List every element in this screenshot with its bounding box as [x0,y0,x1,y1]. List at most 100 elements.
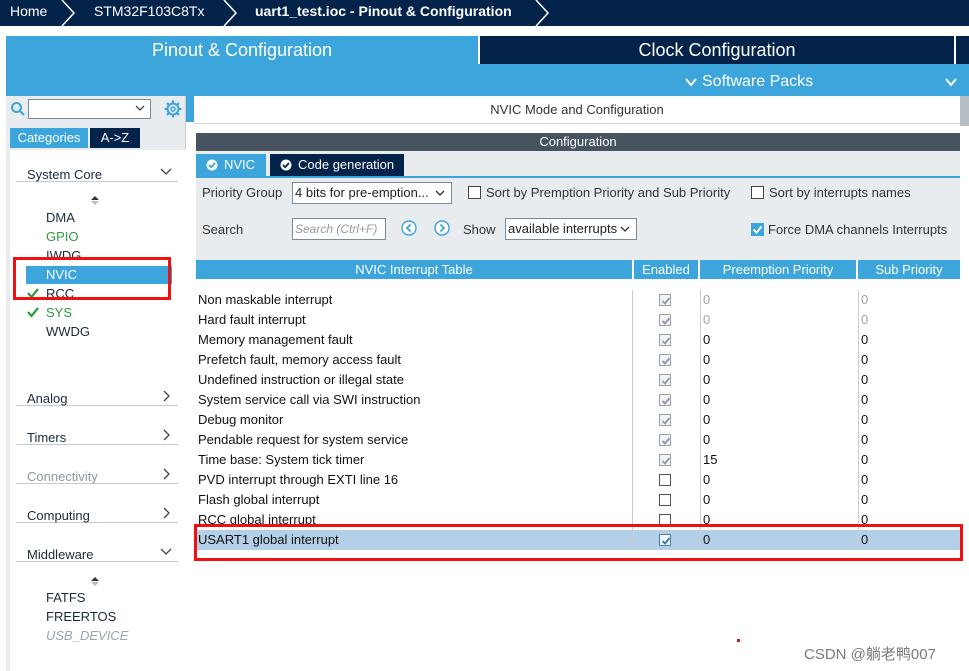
chevron-right-icon [163,390,170,402]
interrupt-name-cell: Pendable request for system service [198,432,409,447]
table-row[interactable]: PVD interrupt through EXTI line 16 0 0 [196,470,960,490]
scroll-up-icon[interactable] [90,576,100,586]
breadcrumb-home[interactable]: Home [10,0,47,26]
sub-priority-cell[interactable]: 0 [858,410,958,430]
gear-icon[interactable] [164,100,182,118]
search-icon[interactable] [10,101,26,117]
interrupt-name-cell: Debug monitor [198,412,284,427]
interrupt-name-cell: Flash global interrupt [198,492,320,507]
sort-preemption-checkbox[interactable] [468,186,481,199]
table-row[interactable]: System service call via SWI instruction 0… [196,390,960,410]
system-core-item-wwdg[interactable]: WWDG [46,323,90,341]
middleware-item-freertos[interactable]: FREERTOS [46,608,116,626]
software-packs-menu[interactable]: Software Packs [684,71,813,93]
breadcrumb-project[interactable]: uart1_test.ioc - Pinout & Configuration [255,0,512,26]
sub-priority-cell[interactable]: 0 [858,390,958,410]
tab-overflow[interactable] [956,36,969,64]
sub-priority-cell[interactable]: 0 [858,470,958,490]
tab-nvic[interactable]: NVIC [196,154,266,176]
tab-pinout-configuration[interactable]: Pinout & Configuration [6,36,478,64]
pinout-menu[interactable] [944,71,958,93]
chevron-down-icon [945,78,957,87]
table-row[interactable]: Hard fault interrupt 0 0 [196,310,960,330]
system-core-item-sys[interactable]: SYS [46,304,72,322]
interrupt-search-input[interactable]: Search (Ctrl+F) [292,218,386,240]
nvic-interrupt-table: NVIC Interrupt Table Enabled Preemption … [196,260,960,671]
category-search-input[interactable] [28,99,151,119]
interrupt-name-cell: Non maskable interrupt [198,292,333,307]
chevron-right-icon [223,0,238,26]
enabled-checkbox [659,454,671,466]
preemption-priority-cell[interactable]: 0 [700,430,858,450]
table-row[interactable]: Flash global interrupt 0 0 [196,490,960,510]
breadcrumb-device[interactable]: STM32F103C8Tx [94,0,204,26]
check-icon [661,457,671,465]
preemption-priority-cell[interactable]: 0 [700,350,858,370]
system-core-item-gpio[interactable]: GPIO [46,228,79,246]
force-dma-checkbox[interactable] [751,223,764,236]
priority-group-select[interactable]: 4 bits for pre-emption... [292,182,452,204]
preemption-priority-cell[interactable]: 15 [700,450,858,470]
show-filter-select[interactable]: available interrupts [505,218,637,240]
chevron-down-icon [620,226,630,232]
preemption-priority-cell: 0 [700,290,858,310]
check-icon [661,317,671,325]
enabled-checkbox [659,414,671,426]
preemption-priority-cell[interactable]: 0 [700,410,858,430]
sub-priority-cell[interactable]: 0 [858,330,958,350]
category-analog[interactable]: Analog [16,380,178,406]
enabled-checkbox[interactable] [659,474,671,486]
preemption-priority-cell[interactable]: 0 [700,470,858,490]
category-list: System Core DMA GPIO IWDG NVIC RCC SYS W… [10,150,186,671]
enabled-checkbox [659,314,671,326]
table-row[interactable]: Prefetch fault, memory access fault 0 0 [196,350,960,370]
tab-a-to-z[interactable]: A->Z [90,128,140,148]
category-timers[interactable]: Timers [16,419,178,445]
sub-priority-cell[interactable]: 0 [858,430,958,450]
column-header-enabled[interactable]: Enabled [634,260,700,279]
tab-categories[interactable]: Categories [10,128,88,148]
check-icon [661,437,671,445]
search-previous-icon[interactable] [401,220,417,236]
preemption-priority-cell[interactable]: 0 [700,390,858,410]
interrupt-name-cell: Undefined instruction or illegal state [198,372,404,387]
enabled-checkbox[interactable] [659,494,671,506]
category-system-core[interactable]: System Core [16,156,178,182]
sub-priority-cell[interactable]: 0 [858,490,958,510]
middleware-item-fatfs[interactable]: FATFS [46,589,85,607]
table-row[interactable]: Debug monitor 0 0 [196,410,960,430]
system-core-item-dma[interactable]: DMA [46,209,75,227]
enabled-checkbox [659,374,671,386]
enabled-checkbox [659,434,671,446]
category-connectivity[interactable]: Connectivity [16,458,178,484]
sort-names-checkbox[interactable] [751,186,764,199]
sub-priority-cell[interactable]: 0 [858,350,958,370]
column-header-interrupt[interactable]: NVIC Interrupt Table [196,260,634,279]
preemption-priority-cell[interactable]: 0 [700,370,858,390]
scroll-up-icon[interactable] [90,195,100,205]
chevron-down-icon [135,105,145,111]
table-row[interactable]: Time base: System tick timer 15 0 [196,450,960,470]
column-header-preemption[interactable]: Preemption Priority [700,260,858,279]
sub-priority-cell[interactable]: 0 [858,450,958,470]
category-middleware[interactable]: Middleware [16,536,178,562]
category-computing[interactable]: Computing [16,497,178,523]
middleware-item-usb-device[interactable]: USB_DEVICE [46,627,128,645]
enabled-checkbox [659,394,671,406]
breadcrumb: Home STM32F103C8Tx uart1_test.ioc - Pino… [0,0,969,26]
tab-code-generation[interactable]: Code generation [270,154,404,176]
table-row[interactable]: Non maskable interrupt 0 0 [196,290,960,310]
table-row[interactable]: Memory management fault 0 0 [196,330,960,350]
tab-clock-configuration[interactable]: Clock Configuration [480,36,954,64]
table-row[interactable]: Undefined instruction or illegal state 0 0 [196,370,960,390]
search-label: Search [202,222,244,237]
show-label: Show [463,222,496,237]
table-row[interactable]: Pendable request for system service 0 0 [196,430,960,450]
panel-scrollbar[interactable] [960,96,969,126]
usart1-highlight-box [194,524,963,561]
sub-priority-cell[interactable]: 0 [858,370,958,390]
preemption-priority-cell[interactable]: 0 [700,330,858,350]
preemption-priority-cell[interactable]: 0 [700,490,858,510]
search-next-icon[interactable] [434,220,450,236]
column-header-sub-priority[interactable]: Sub Priority [858,260,960,279]
